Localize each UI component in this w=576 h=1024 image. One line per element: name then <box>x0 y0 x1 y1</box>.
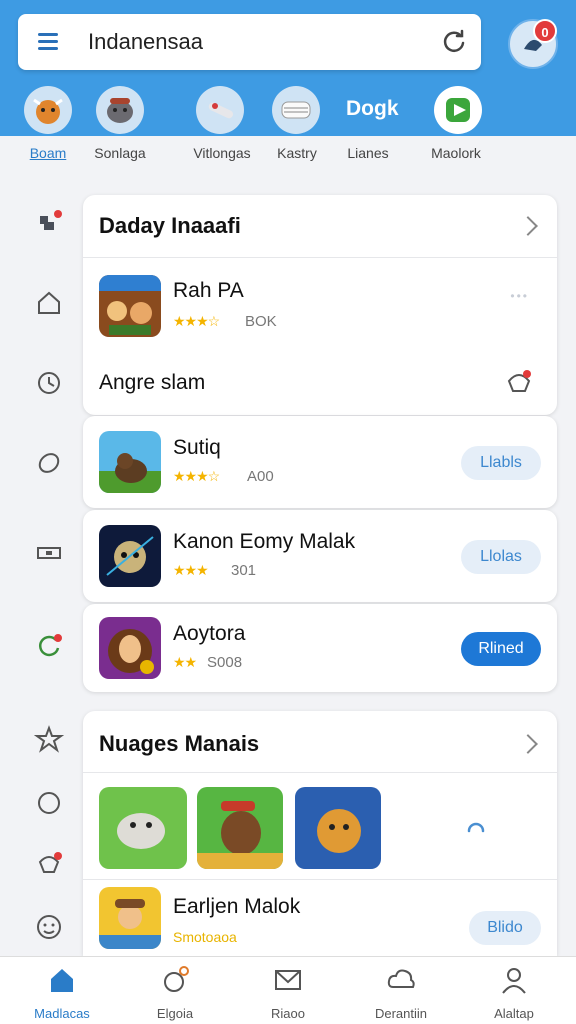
search-bar[interactable]: Indanensaa <box>18 14 481 70</box>
app-name: Rah PA <box>173 279 244 302</box>
new-section-card: Nuages Manais Earljen Malok Smotoaoa Bli… <box>83 711 557 956</box>
nav-item-cloud[interactable]: Derantiin <box>346 965 456 1021</box>
play-icon <box>446 98 470 122</box>
nav-label: Alaltap <box>494 1006 534 1021</box>
smiley-icon[interactable] <box>34 912 64 942</box>
category-sushi[interactable] <box>272 86 320 134</box>
loading-spinner-icon <box>467 822 485 833</box>
sushi-icon <box>281 101 311 119</box>
chevron-right-icon[interactable] <box>518 216 538 236</box>
star-rating: ★★★☆ <box>173 468 220 484</box>
wolf-art-icon <box>99 787 187 869</box>
app-card-sutiq[interactable]: Sutiq ★★★☆ A00 Llabls <box>83 416 557 508</box>
fox-art-icon <box>295 787 381 869</box>
puzzle-icon[interactable] <box>34 208 64 238</box>
notification-badge: 0 <box>533 19 557 43</box>
app-card-kanon[interactable]: Kanon Eomy Malak ★★★ 301 Llolas <box>83 510 557 602</box>
nav-item-home[interactable]: Madlacas <box>7 965 117 1021</box>
games-icon <box>164 966 189 992</box>
game-art-icon <box>99 275 161 337</box>
cloud-icon <box>387 969 415 988</box>
app-tile-wolf[interactable] <box>99 787 187 869</box>
category-label-sonlaga[interactable]: Sonlaga <box>70 145 170 161</box>
chevron-right-icon[interactable] <box>518 734 538 754</box>
divider <box>83 879 557 880</box>
star-rating: ★★★ <box>173 562 209 578</box>
divider <box>83 257 557 258</box>
app-icon-rah[interactable] <box>99 275 161 337</box>
app-name: Sutiq <box>173 436 221 459</box>
app-name: Aoytora <box>173 622 246 645</box>
app-icon-aoytora[interactable] <box>99 617 161 679</box>
cow-icon <box>33 98 63 124</box>
rating-count: 301 <box>231 562 257 579</box>
nav-label: Derantiin <box>374 1006 428 1021</box>
home-icon <box>51 969 73 992</box>
star-outline-icon[interactable] <box>34 724 64 754</box>
beaver-icon <box>107 98 133 123</box>
profile-icon <box>502 968 526 994</box>
subheading: Angre slam <box>99 371 206 394</box>
nav-label: Riaoo <box>271 1006 305 1021</box>
nav-item-games[interactable]: Elgoia <box>120 965 230 1021</box>
category-label-lianes[interactable]: Lianes <box>318 145 418 161</box>
divider <box>83 772 557 773</box>
app-name: Kanon Eomy Malak <box>173 530 356 553</box>
nav-label: Elgoia <box>156 1006 194 1021</box>
bottom-navigation: Madlacas Elgoia Riaoo Derantiin Alaltap <box>0 956 576 1024</box>
play-button[interactable]: Rlined <box>461 632 541 666</box>
mail-icon <box>275 970 301 990</box>
app-tile-fox[interactable] <box>295 787 381 869</box>
search-input[interactable]: Indanensaa <box>88 29 203 55</box>
app-name: Earljen Malok <box>173 895 301 918</box>
header: Indanensaa 0 Dogk <box>0 0 576 136</box>
rating-count: S008 <box>207 654 243 671</box>
nav-item-mail[interactable]: Riaoo <box>233 965 343 1021</box>
app-card-aoytora[interactable]: Aoytora ★★ S008 Rlined <box>83 604 557 692</box>
rating-count: A00 <box>247 468 274 485</box>
gamepad-alert-icon[interactable] <box>34 848 64 878</box>
explorer-art-icon <box>99 887 161 949</box>
star-rating: ★★ <box>173 654 197 670</box>
plane-icon <box>208 102 234 119</box>
creature-art-icon <box>99 525 161 587</box>
app-subtitle: Smotoaoa <box>173 929 237 945</box>
refresh-alert-icon[interactable] <box>34 630 64 660</box>
app-icon-earljen[interactable] <box>99 887 161 949</box>
more-dots-icon[interactable]: ••• <box>510 289 529 303</box>
home-outline-icon[interactable] <box>34 288 64 318</box>
circle-icon[interactable] <box>34 788 64 818</box>
clock-icon[interactable] <box>34 368 64 398</box>
app-icon-sutiq[interactable] <box>99 431 161 493</box>
refresh-icon[interactable] <box>441 28 467 54</box>
rating-count: BOK <box>245 313 277 330</box>
bear-art-icon <box>197 787 283 869</box>
category-text-logo[interactable]: Dogk <box>346 97 399 121</box>
animal-art-icon <box>99 431 161 493</box>
category-play[interactable] <box>434 86 482 134</box>
category-beaver[interactable] <box>96 86 144 134</box>
nav-item-profile[interactable]: Alaltap <box>459 965 569 1021</box>
install-button[interactable]: Blido <box>469 911 541 945</box>
install-button[interactable]: Llabls <box>461 446 541 480</box>
category-label-maolork[interactable]: Maolork <box>406 145 506 161</box>
app-tile-bear[interactable] <box>197 787 283 869</box>
featured-section-card: Daday Inaaafi Rah PA ★★★☆ BOK ••• Angre … <box>83 195 557 415</box>
install-button[interactable]: Llolas <box>461 540 541 574</box>
nav-label: Madlacas <box>34 1006 90 1021</box>
category-plane[interactable] <box>196 86 244 134</box>
menu-icon[interactable] <box>38 33 58 51</box>
app-icon-kanon[interactable] <box>99 525 161 587</box>
gamepad-icon[interactable] <box>505 367 533 395</box>
star-rating: ★★★☆ <box>173 313 220 329</box>
section-title: Daday Inaaafi <box>99 213 241 238</box>
section-title: Nuages Manais <box>99 731 260 756</box>
portrait-art-icon <box>99 617 161 679</box>
leaf-icon[interactable] <box>34 448 64 478</box>
battery-icon[interactable] <box>34 538 64 568</box>
category-cow[interactable] <box>24 86 72 134</box>
